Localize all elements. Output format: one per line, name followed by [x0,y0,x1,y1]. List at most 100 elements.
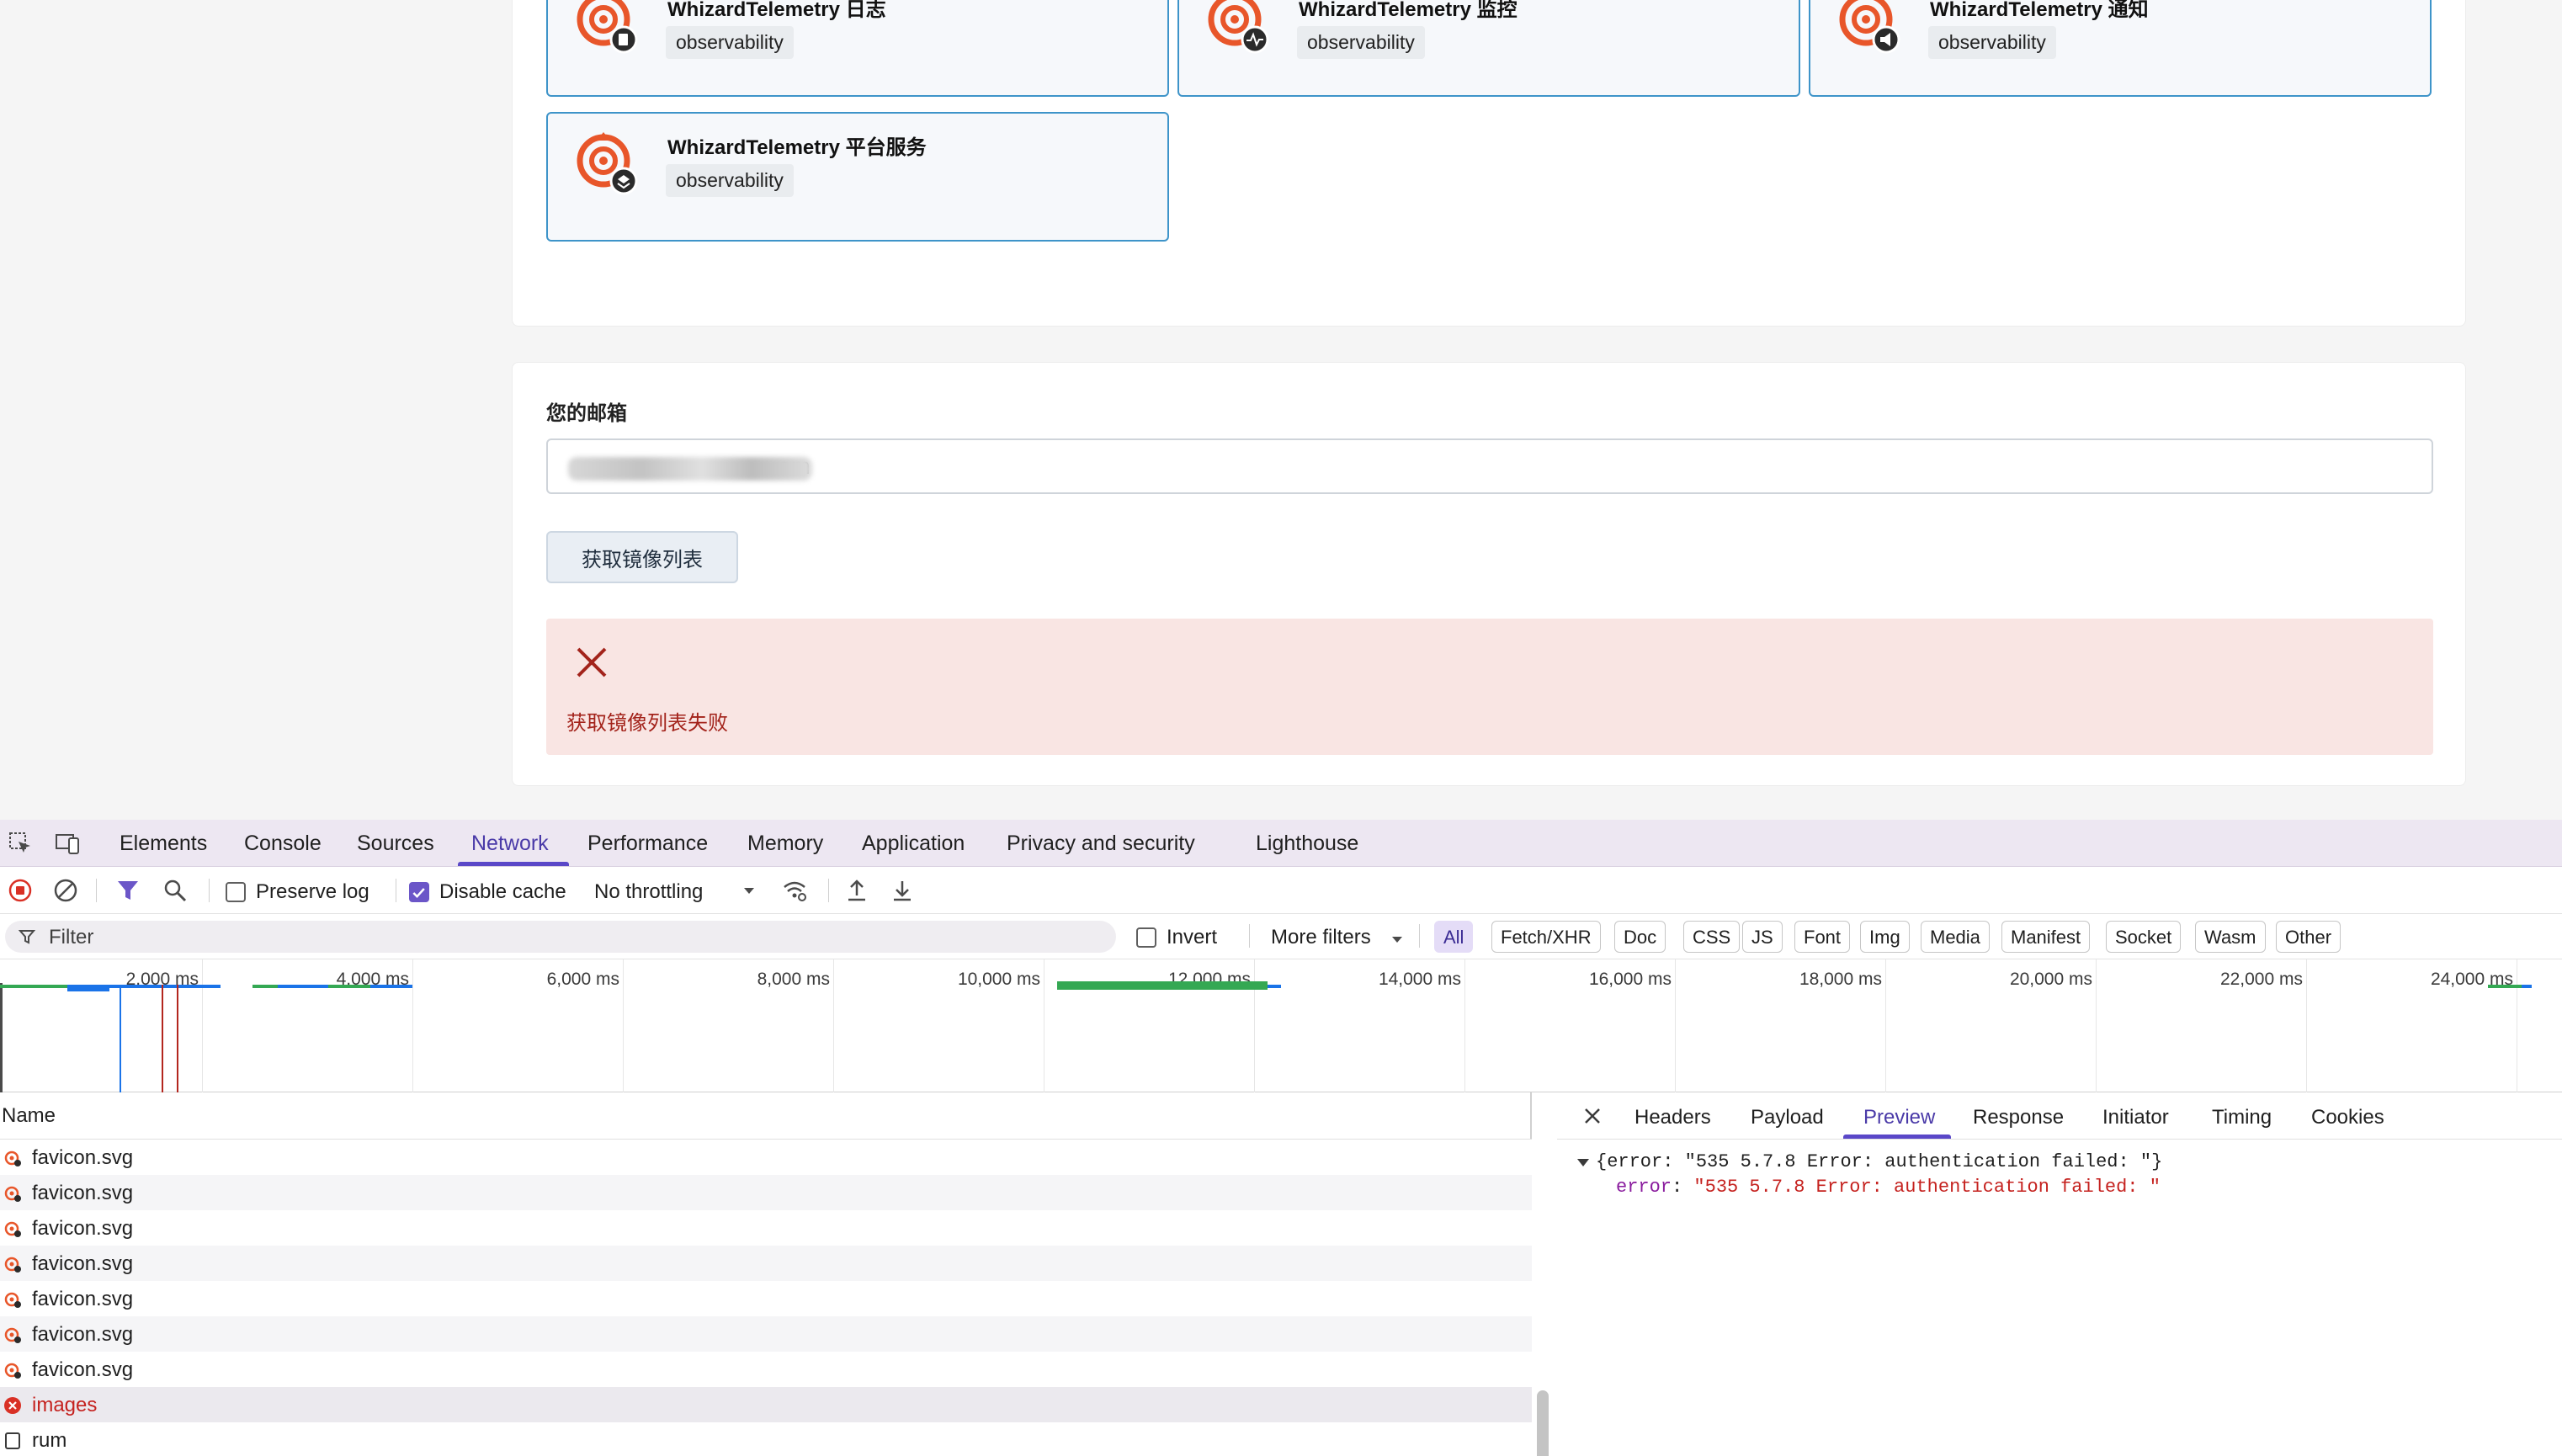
extension-card-logging[interactable]: WhizardTelemetry 日志 observability [546,0,1169,97]
filter-placeholder: Filter [49,926,94,949]
import-har-icon[interactable] [843,877,870,904]
timeline-request-bar [370,985,412,988]
timeline-request-bar [67,988,109,991]
request-row[interactable]: favicon.svg [0,1140,1532,1175]
error-message: 获取镜像列表失败 [566,712,728,735]
detail-tab-cookies[interactable]: Cookies [2311,1106,2384,1129]
filter-type-wasm[interactable]: Wasm [2195,921,2266,953]
request-row[interactable]: rum [0,1422,1532,1456]
search-icon[interactable] [162,877,189,904]
request-name: favicon.svg [32,1217,134,1240]
request-row[interactable]: favicon.svg [0,1352,1532,1387]
detail-tab-response[interactable]: Response [1973,1106,2064,1129]
filter-type-js[interactable]: JS [1742,921,1783,953]
filter-type-img[interactable]: Img [1860,921,1910,953]
filter-type-all[interactable]: All [1434,921,1474,953]
detail-tab-payload[interactable]: Payload [1751,1106,1824,1129]
request-row[interactable]: favicon.svg [0,1281,1532,1316]
request-list-scrollbar[interactable] [1537,1390,1549,1456]
request-list: Name favicon.svg favicon.svg favicon.svg fa… [0,1092,1532,1456]
filter-type-media[interactable]: Media [1921,921,1990,953]
tab-performance[interactable]: Performance [587,832,708,856]
active-detail-tab-indicator [1843,1135,1951,1139]
filter-funnel-icon[interactable] [114,877,141,904]
timeline-tick-label: 18,000 ms [1799,970,1882,989]
request-row[interactable]: favicon.svg [0,1246,1532,1281]
timeline-gridline [2306,959,2307,1092]
load-event-marker [177,985,178,1092]
filter-type-fetch-xhr[interactable]: Fetch/XHR [1491,921,1601,953]
record-stop-icon[interactable] [7,877,34,904]
filter-type-other[interactable]: Other [2276,921,2341,953]
error-circle-icon [4,1397,21,1414]
extension-card-platform-services[interactable]: WhizardTelemetry 平台服务 observability [546,112,1169,242]
timeline-tick-label: 22,000 ms [2219,970,2303,989]
tab-lighthouse[interactable]: Lighthouse [1256,832,1358,856]
tab-sources[interactable]: Sources [357,832,434,856]
device-toolbar-icon[interactable] [54,830,81,857]
detail-tab-initiator[interactable]: Initiator [2102,1106,2169,1129]
fetch-image-list-button[interactable]: 获取镜像列表 [546,531,738,583]
card-title: WhizardTelemetry 通知 [1930,0,2149,21]
filter-type-doc[interactable]: Doc [1614,921,1666,953]
more-filters-dropdown[interactable]: More filters [1271,926,1371,949]
card-tag: observability [666,164,794,197]
extension-card-notification[interactable]: WhizardTelemetry 通知 observability [1809,0,2432,97]
timeline-tick-label: 14,000 ms [1378,970,1461,989]
preview-json-entry: error: "535 5.7.8 Error: authentication … [1616,1177,2161,1198]
web-page: WhizardTelemetry 日志 observability Whizar… [0,0,2562,820]
request-name: favicon.svg [32,1182,134,1204]
devtools-tabbar: Elements Console Sources Network Perform… [0,820,2562,867]
filter-type-font[interactable]: Font [1794,921,1851,953]
chevron-down-icon[interactable] [741,882,757,899]
request-row[interactable]: images [0,1387,1532,1422]
tab-application[interactable]: Application [862,832,965,856]
request-name: favicon.svg [32,1323,134,1346]
detail-tab-preview[interactable]: Preview [1863,1106,1935,1129]
preview-json-summary[interactable]: {error: "535 5.7.8 Error: authentication… [1596,1151,2162,1172]
name-column-header[interactable]: Name [2,1104,56,1128]
network-conditions-icon[interactable] [781,877,808,904]
email-input[interactable] [546,438,2433,494]
tab-elements[interactable]: Elements [120,832,207,856]
filter-type-socket[interactable]: Socket [2106,921,2182,953]
toolbar-divider [209,879,210,902]
tab-network[interactable]: Network [471,832,549,856]
detail-tab-timing[interactable]: Timing [2212,1106,2272,1129]
chevron-down-icon[interactable] [1389,931,1406,948]
network-timeline-overview[interactable]: 2,000 ms 4,000 ms 6,000 ms 8,000 ms 10,0… [0,959,2562,1092]
tab-memory[interactable]: Memory [747,832,823,856]
disable-cache-checkbox[interactable] [409,882,429,902]
filter-input[interactable]: Filter [5,921,1116,953]
expand-triangle-icon[interactable] [1576,1155,1591,1170]
invert-checkbox[interactable] [1136,927,1156,948]
clear-icon[interactable] [52,877,79,904]
close-icon[interactable] [1581,1104,1604,1128]
request-row[interactable]: favicon.svg [0,1316,1532,1352]
card-title: WhizardTelemetry 日志 [667,0,886,21]
favicon-image-icon [4,1150,21,1166]
invert-label: Invert [1167,926,1218,949]
inspect-element-icon[interactable] [7,830,34,857]
export-har-icon[interactable] [889,877,916,904]
timeline-request-bar [2522,985,2532,988]
error-alert: 获取镜像列表失败 [546,619,2433,755]
request-row[interactable]: favicon.svg [0,1210,1532,1246]
email-label: 您的邮箱 [546,402,627,425]
tab-privacy-security[interactable]: Privacy and security [1007,832,1195,856]
filter-type-manifest[interactable]: Manifest [2001,921,2091,953]
tab-console[interactable]: Console [244,832,322,856]
preserve-log-checkbox[interactable] [226,882,246,902]
request-row[interactable]: favicon.svg [0,1175,1532,1210]
filter-type-css[interactable]: CSS [1683,921,1741,953]
detail-tab-headers[interactable]: Headers [1634,1106,1711,1129]
favicon-image-icon [4,1292,21,1308]
extension-card-monitoring[interactable]: WhizardTelemetry 监控 observability [1177,0,1800,97]
throttling-select[interactable]: No throttling [594,880,703,904]
timeline-tick-label: 10,000 ms [957,970,1040,989]
timeline-start-marker [0,983,3,1092]
favicon-image-icon [4,1327,21,1343]
timeline-gridline [412,959,413,1092]
checkmark-icon [412,888,425,898]
favicon-image-icon [4,1186,21,1202]
